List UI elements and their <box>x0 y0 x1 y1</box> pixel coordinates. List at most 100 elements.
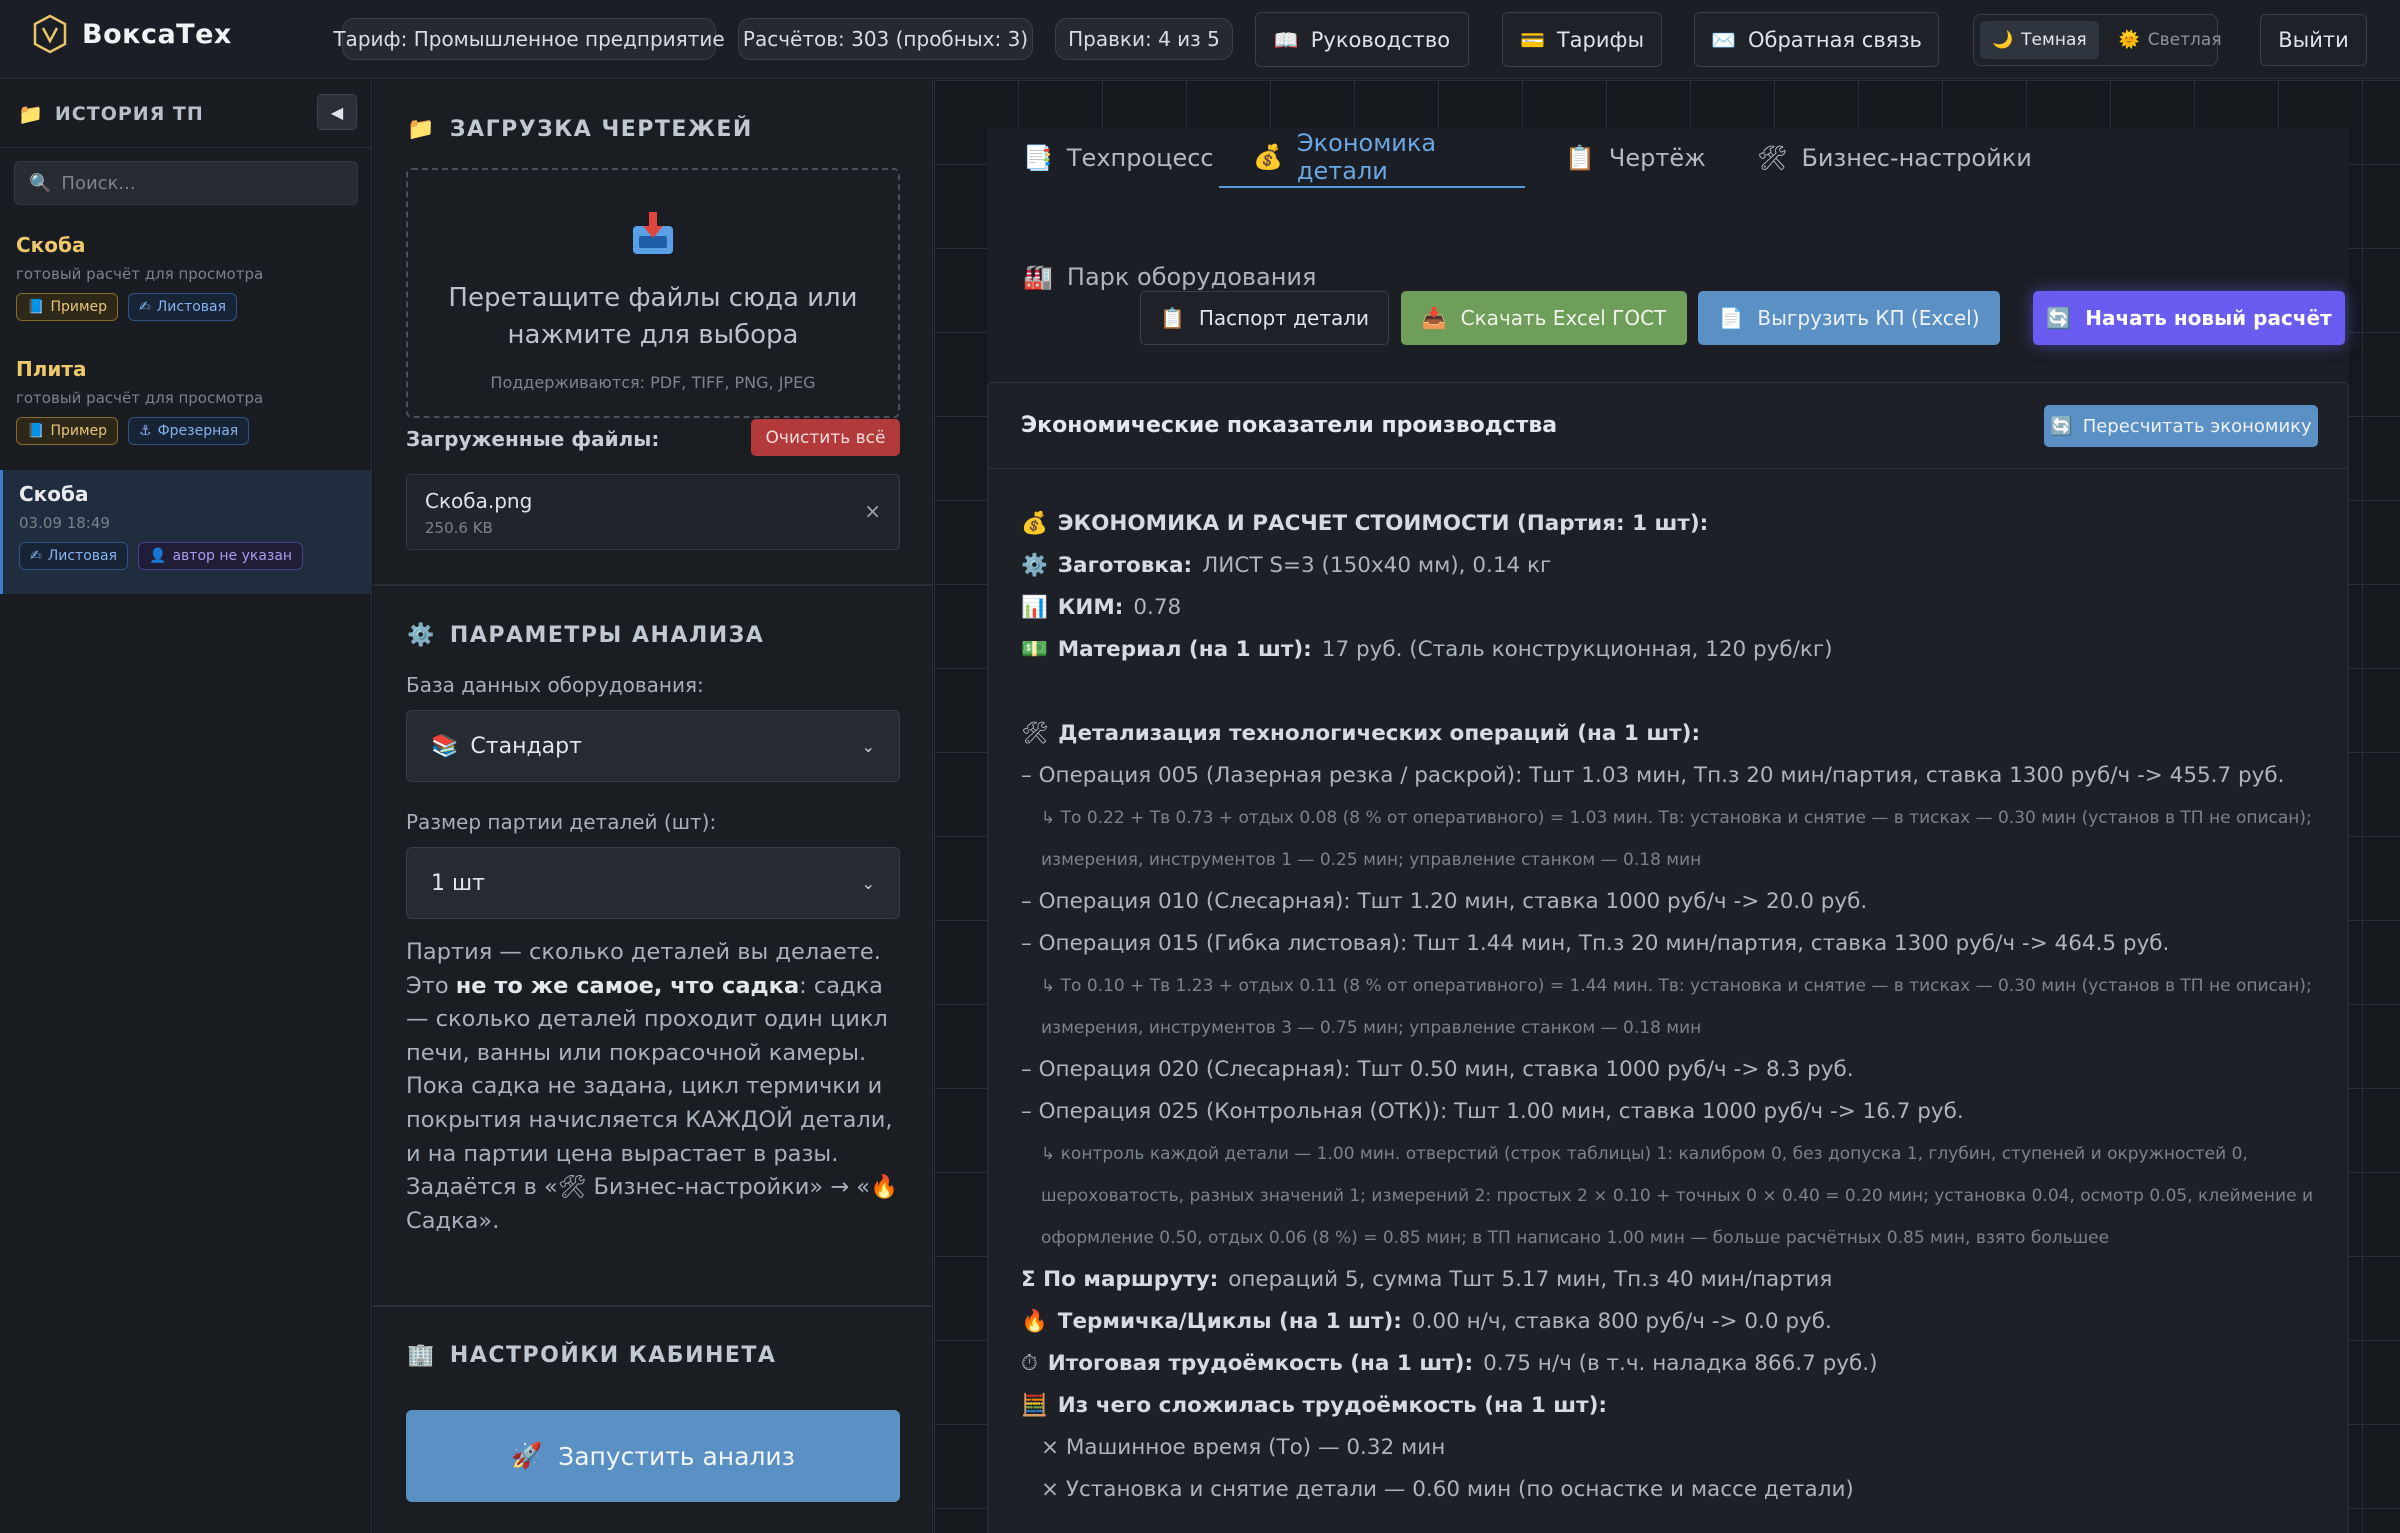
app-name: ВоксаТех <box>82 18 232 50</box>
equipment-park-link[interactable]: 🏭 Парк оборудования <box>1023 263 1316 291</box>
operation-row: – Операция 020 (Слесарная): Тшт 0.50 мин… <box>1021 1057 1854 1082</box>
theme-toggle: 🌙 Темная 🌞 Светлая <box>1973 14 2222 66</box>
cash-icon: 💵 <box>1021 637 1048 662</box>
batch-size-label: Размер партии деталей (шт): <box>406 810 717 834</box>
composition-item: × Машинное время (То) — 0.32 мин <box>1041 1435 1446 1460</box>
guide-button[interactable]: 📖 Руководство <box>1255 12 1469 67</box>
stopwatch-icon: ⏱ <box>1021 1351 1038 1376</box>
tab-techprocess[interactable]: 📑 Техпроцесс <box>1023 128 1214 188</box>
economics-card: Экономические показатели производства 🔄 … <box>987 382 2349 1533</box>
tab-business-settings[interactable]: 🛠 Бизнес-настройки <box>1757 128 2032 188</box>
divider <box>373 1305 933 1307</box>
equipment-db-select[interactable]: 📚 Стандарт ⌄ <box>406 710 900 782</box>
feedback-button[interactable]: ✉️ Обратная связь <box>1694 12 1939 67</box>
books-icon: 📚 <box>431 733 459 759</box>
composition-item: × Установка и снятие детали — 0.60 мин (… <box>1041 1477 1854 1502</box>
abacus-icon: 🧮 <box>1021 1393 1048 1418</box>
folder-icon: 📁 <box>407 117 436 142</box>
tab-economics[interactable]: 💰 Экономика детали <box>1219 128 1525 188</box>
export-kp-button[interactable]: 📄 Выгрузить КП (Excel) <box>1698 291 2000 345</box>
uploaded-files-label: Загруженные файлы: <box>406 427 660 451</box>
batch-help-text: Партия — сколько деталей вы делаете. Это… <box>406 939 899 1234</box>
remove-file-button[interactable]: × <box>864 499 881 523</box>
theme-dark-option[interactable]: 🌙 Темная <box>1980 21 2099 59</box>
route-summary-row: Σ По маршруту: операций 5, сумма Тшт 5.17… <box>1021 1267 1833 1292</box>
history-sidebar: 📁 ИСТОРИЯ ТП ◀ 🔍 Поиск... Скоба готовый … <box>0 80 372 1533</box>
history-item-name: Скоба <box>16 233 86 257</box>
tag-example: 📘 Пример <box>16 417 119 445</box>
file-size: 250.6 KB <box>425 519 493 537</box>
download-excel-gost-button[interactable]: 📥 Скачать Excel ГОСТ <box>1401 291 1687 345</box>
tariff-badge: Тариф: Промышленное предприятие <box>333 18 725 60</box>
tag-milling: ⚓ Фрезерная <box>128 417 250 445</box>
tag-author: 👤 автор не указан <box>138 542 304 570</box>
chevron-down-icon: ⌄ <box>861 736 875 756</box>
top-bar: ВоксаТех Тариф: Промышленное предприятие… <box>0 0 2400 79</box>
operation-detail: ↳ То 0.22 + Тв 0.73 + отдых 0.08 (8 % от… <box>1041 808 2312 870</box>
logout-button[interactable]: Выйти <box>2260 14 2367 66</box>
history-search-input[interactable]: 🔍 Поиск... <box>14 161 358 205</box>
blank-row: ⚙️ Заготовка: ЛИСТ S=3 (150x40 мм), 0.14 к… <box>1021 545 2321 587</box>
labor-row: ⏱ Итоговая трудоёмкость (на 1 шт): 0.75 н/… <box>1021 1343 2321 1385</box>
refresh-icon: 🔄 <box>2050 415 2073 437</box>
clipboard-icon: 📋 <box>1565 144 1595 172</box>
tag-sheet: ✍ Листовая <box>19 542 129 570</box>
card-icon: 💳 <box>1519 27 1545 52</box>
history-item-subtitle: готовый расчёт для просмотра <box>16 265 264 283</box>
operation-row: – Операция 025 (Контрольная (ОТК)): Тшт … <box>1021 1099 1964 1124</box>
sun-icon: 🌞 <box>2118 30 2140 50</box>
operation-detail: ↳ контроль каждой детали — 1.00 мин. отв… <box>1041 1144 2314 1248</box>
tariffs-label: Тарифы <box>1556 27 1645 52</box>
thermo-row: 🔥 Термичка/Циклы (на 1 шт): 0.00 н/ч, став… <box>1021 1301 2321 1343</box>
tools-icon: 🛠 <box>1021 721 1049 746</box>
rocket-icon: 🚀 <box>511 1441 543 1470</box>
tariffs-button[interactable]: 💳 Тарифы <box>1502 12 1662 67</box>
gear-icon: ⚙️ <box>407 623 436 648</box>
gear-icon: ⚙️ <box>1021 553 1048 578</box>
passport-button[interactable]: 📋 Паспорт детали <box>1140 291 1389 345</box>
history-item-selected[interactable]: Скоба 03.09 18:49 ✍ Листовая 👤 автор не ук… <box>0 470 371 594</box>
economics-header: Экономические показатели производства 🔄 … <box>988 383 2348 469</box>
user-icon: 👤 <box>149 548 167 564</box>
uploaded-file: Скоба.png 250.6 KB × <box>406 474 900 550</box>
clear-all-button[interactable]: Очистить всё <box>751 419 900 456</box>
file-name: Скоба.png <box>425 489 533 513</box>
app-logo[interactable]: ВоксаТех <box>32 14 232 54</box>
calcs-badge: Расчётов: 303 (пробных: 3) <box>738 18 1033 60</box>
book-icon: 📘 <box>27 423 45 439</box>
new-calculation-button[interactable]: 🔄 Начать новый расчёт <box>2033 291 2345 345</box>
history-item[interactable]: Скоба готовый расчёт для просмотра 📘 Прим… <box>0 233 371 353</box>
money-bag-icon: 💰 <box>1253 143 1283 171</box>
cabinet-section-title: 🏢 НАСТРОЙКИ КАБИНЕТА <box>407 1343 777 1368</box>
results-panel: 📑 Техпроцесс 💰 Экономика детали 📋 Чертёж… <box>934 80 2400 1533</box>
economics-heading: 💰 ЭКОНОМИКА И РАСЧЕТ СТОИМОСТИ (Партия: 1… <box>1021 503 2321 545</box>
recalculate-economics-button[interactable]: 🔄 Пересчитать экономику <box>2044 405 2318 447</box>
divider <box>373 584 933 586</box>
book-icon: 📖 <box>1273 27 1299 52</box>
material-row: 💵 Материал (на 1 шт): 17 руб. (Сталь конст… <box>1021 629 2321 671</box>
sheet-icon: ✍ <box>139 299 151 315</box>
theme-light-option[interactable]: 🌞 Светлая <box>2107 21 2234 59</box>
search-icon: 🔍 <box>29 172 52 194</box>
moon-icon: 🌙 <box>1992 30 2014 50</box>
collapse-sidebar-button[interactable]: ◀ <box>317 94 357 130</box>
mill-icon: ⚓ <box>139 423 152 439</box>
history-item-subtitle: готовый расчёт для просмотра <box>16 389 264 407</box>
history-title: ИСТОРИЯ ТП <box>54 102 204 125</box>
edits-badge: Правки: 4 из 5 <box>1055 18 1233 60</box>
history-header: 📁 ИСТОРИЯ ТП ◀ <box>0 80 371 148</box>
document-icon: 📄 <box>1718 306 1744 330</box>
chart-icon: 📊 <box>1021 595 1048 620</box>
mail-icon: ✉️ <box>1711 27 1736 52</box>
tag-sheet: ✍ Листовая <box>128 293 238 321</box>
history-item[interactable]: Плита готовый расчёт для просмотра 📘 Прим… <box>0 357 371 477</box>
history-item-date: 03.09 18:49 <box>19 514 110 532</box>
labor-composition-heading: 🧮 Из чего сложилась трудоёмкость (на 1 шт… <box>1021 1385 2321 1427</box>
tab-drawing[interactable]: 📋 Чертёж <box>1565 128 1706 188</box>
run-analysis-button[interactable]: 🚀 Запустить анализ <box>406 1410 900 1502</box>
file-dropzone[interactable]: Перетащите файлы сюда или нажмите для вы… <box>406 168 900 418</box>
dropzone-text: Перетащите файлы сюда или нажмите для вы… <box>448 283 858 350</box>
folder-icon: 📁 <box>18 101 43 126</box>
batch-size-select[interactable]: 1 шт ⌄ <box>406 847 900 919</box>
feedback-label: Обратная связь <box>1747 27 1922 52</box>
